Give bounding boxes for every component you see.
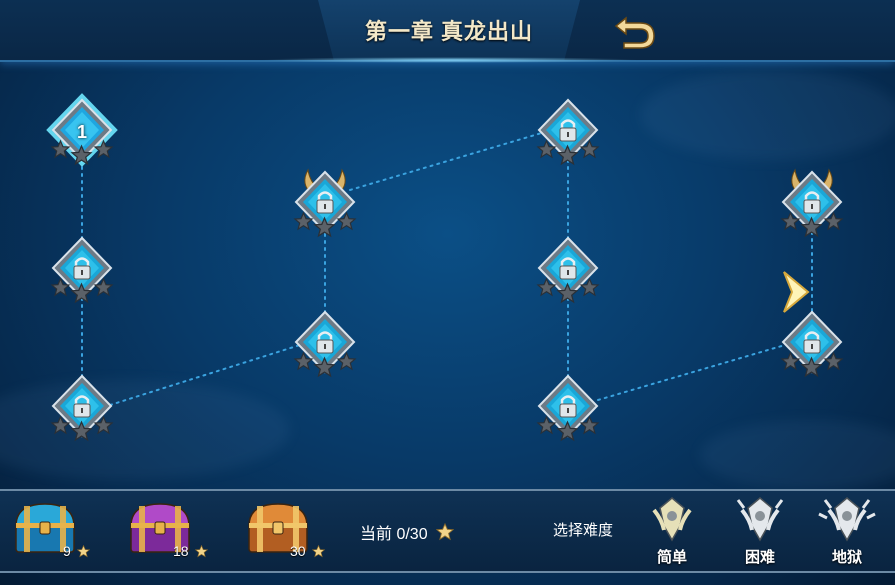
chapter-title: 第一章 真龙出山 (364, 19, 534, 44)
level-node-7[interactable] (533, 236, 603, 318)
star-icon (77, 545, 90, 558)
level-node-2[interactable] (47, 236, 117, 318)
star-progress: 当前 0/30 (360, 520, 455, 544)
difficulty-emblem-icon (736, 497, 784, 542)
level-node-9[interactable] (777, 310, 847, 392)
level-node-3[interactable] (47, 374, 117, 456)
difficulty-hard-button[interactable]: 困难 (730, 496, 790, 566)
difficulty-emblem-icon (818, 497, 876, 542)
chevron-right-icon (783, 271, 810, 313)
difficulty-easy-button[interactable]: 简单 (642, 496, 702, 566)
level-node-5[interactable] (290, 168, 360, 252)
back-button[interactable] (612, 12, 658, 50)
level-node-10[interactable] (777, 168, 847, 252)
chest-star-count: 18 (173, 543, 189, 559)
level-node-4[interactable] (290, 310, 360, 392)
star-icon (435, 522, 455, 541)
next-page-arrow[interactable] (778, 268, 818, 316)
difficulty-hard-label: 困难 (744, 549, 775, 566)
level-node-1[interactable]: 1 (46, 93, 118, 180)
back-arrow-icon (614, 16, 655, 49)
star-icon (195, 545, 208, 558)
star-icon (312, 545, 325, 558)
difficulty-emblem-icon (652, 497, 692, 542)
level-node-8[interactable] (533, 374, 603, 456)
chest-star-count: 30 (290, 543, 306, 559)
difficulty-easy-label: 简单 (656, 549, 687, 566)
difficulty-label: 选择难度 (553, 522, 614, 539)
difficulty-hell-button[interactable]: 地狱 (817, 496, 877, 566)
difficulty-hell-label: 地狱 (831, 549, 862, 566)
title-glow (260, 57, 640, 63)
level-number: 1 (76, 122, 87, 142)
level-node-6[interactable] (533, 98, 603, 180)
star-progress-text: 当前 0/30 (360, 526, 428, 543)
chest-star-count: 9 (63, 543, 71, 559)
